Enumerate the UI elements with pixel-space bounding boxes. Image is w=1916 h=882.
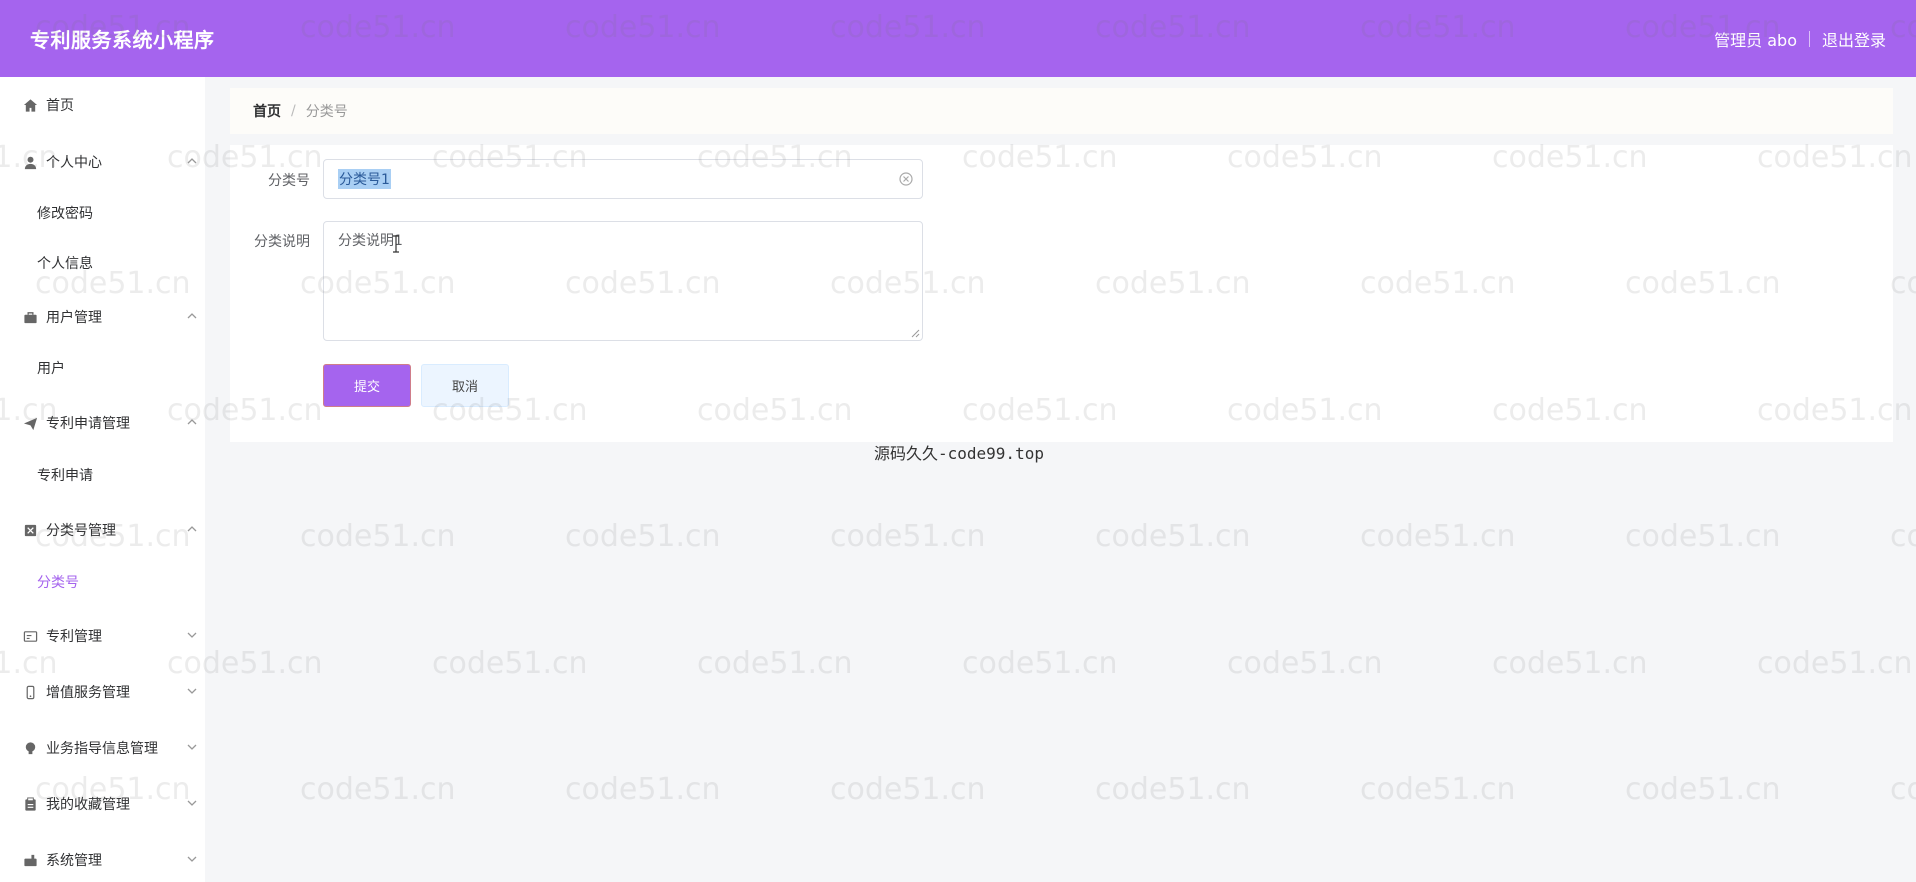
watermark-text: code51.cn — [1625, 519, 1781, 554]
send-icon — [22, 415, 38, 431]
sidebar-item-label: 我的收藏管理 — [46, 797, 130, 813]
watermark-text: code51.cn — [830, 772, 986, 807]
sidebar-item-label: 用户管理 — [46, 310, 102, 326]
watermark-text: code51.cn — [1890, 772, 1916, 807]
watermark-text: code51.cn — [1095, 519, 1251, 554]
chevron-down-icon — [187, 744, 197, 750]
watermark-text: code51.cn — [697, 646, 853, 681]
sidebar: 首页 个人中心 修改密码 个人信息 用户管理 用户 专利申请管理 专利申请 分类… — [0, 77, 205, 882]
watermark-text: code51.cn — [300, 772, 456, 807]
source-note: 源码久久-code99.top — [874, 444, 1044, 463]
watermark-text: code51.cn — [1360, 772, 1516, 807]
sidebar-subitem-users[interactable]: 用户 — [0, 348, 205, 388]
watermark-text: code51.cn — [300, 519, 456, 554]
watermark-text: code51.cn — [565, 772, 721, 807]
cancel-button[interactable]: 取消 — [421, 364, 509, 407]
clear-icon[interactable] — [898, 171, 914, 187]
phone-icon — [22, 684, 38, 700]
chevron-down-icon — [187, 632, 197, 638]
sidebar-item-user-management[interactable]: 用户管理 — [0, 297, 205, 337]
sidebar-item-label: 增值服务管理 — [46, 685, 130, 701]
watermark-text: code51.cn — [1095, 772, 1251, 807]
sidebar-item-label: 个人中心 — [46, 155, 102, 171]
sidebar-item-label: 专利管理 — [46, 629, 102, 645]
watermark-text: code51.cn — [1625, 772, 1781, 807]
logout-link[interactable]: 退出登录 — [1822, 27, 1886, 51]
watermark-text: code51.cn — [1492, 646, 1648, 681]
header-actions: 管理员 abo 退出登录 — [1714, 27, 1886, 51]
watermark-text: code51.cn — [1360, 519, 1516, 554]
sidebar-item-favorites-management[interactable]: 我的收藏管理 — [0, 784, 205, 824]
top-header: 专利服务系统小程序 管理员 abo 退出登录 — [0, 0, 1916, 77]
watermark-text: code51.cn — [1890, 266, 1916, 301]
classification-value: 分类号1 — [338, 169, 391, 189]
clipboard-icon — [22, 796, 38, 812]
sidebar-item-label: 分类号管理 — [46, 523, 116, 539]
sidebar-item-patent-application-management[interactable]: 专利申请管理 — [0, 403, 205, 443]
sidebar-subitem-personal-info[interactable]: 个人信息 — [0, 243, 205, 283]
watermark-text: code51.cn — [432, 646, 588, 681]
current-user: 管理员 abo — [1714, 30, 1797, 50]
classification-label: 分类号 — [268, 173, 310, 189]
watermark-text: code51.cn — [830, 519, 986, 554]
sidebar-item-value-added-service-management[interactable]: 增值服务管理 — [0, 672, 205, 712]
chevron-up-icon — [187, 313, 197, 319]
breadcrumb-current: 分类号 — [305, 104, 348, 120]
sidebar-item-system-management[interactable]: 系统管理 — [0, 840, 205, 880]
breadcrumb: 首页 / 分类号 — [230, 88, 1893, 134]
sidebar-item-business-guidance-management[interactable]: 业务指导信息管理 — [0, 728, 205, 768]
watermark-text: code51.cn — [1757, 646, 1913, 681]
sidebar-item-label: 系统管理 — [46, 853, 102, 869]
app-title: 专利服务系统小程序 — [30, 28, 215, 52]
breadcrumb-separator: / — [291, 103, 296, 119]
briefcase-icon — [22, 309, 38, 325]
chevron-up-icon — [187, 158, 197, 164]
settings-icon — [22, 852, 38, 868]
sidebar-subitem-classification[interactable]: 分类号 — [0, 562, 205, 602]
breadcrumb-home[interactable]: 首页 — [253, 101, 281, 121]
classification-input[interactable]: 分类号1 — [323, 159, 923, 199]
submit-button[interactable]: 提交 — [323, 364, 411, 407]
watermark-text: code51.cn — [565, 519, 721, 554]
sidebar-item-patent-management[interactable]: 专利管理 — [0, 616, 205, 656]
sidebar-item-label: 业务指导信息管理 — [46, 741, 158, 757]
watermark-text: code51.cn — [1890, 519, 1916, 554]
box-icon — [22, 522, 38, 538]
sidebar-item-label: 首页 — [46, 98, 74, 114]
chevron-up-icon — [187, 526, 197, 532]
form-panel: 分类号 分类号1 分类说明 分类说明1 提交 取消 — [230, 145, 1893, 442]
home-icon — [22, 97, 38, 113]
chevron-down-icon — [187, 688, 197, 694]
sidebar-item-home[interactable]: 首页 — [0, 85, 205, 125]
user-icon — [22, 154, 38, 170]
header-divider — [1808, 30, 1810, 47]
sidebar-item-personal-center[interactable]: 个人中心 — [0, 142, 205, 182]
chevron-up-icon — [187, 419, 197, 425]
chevron-down-icon — [187, 800, 197, 806]
bulb-icon — [22, 740, 38, 756]
card-icon — [22, 628, 38, 644]
text-cursor-icon — [393, 235, 399, 253]
chevron-down-icon — [187, 856, 197, 862]
watermark-text: code51.cn — [1227, 646, 1383, 681]
description-textarea[interactable]: 分类说明1 — [323, 221, 923, 341]
sidebar-subitem-change-password[interactable]: 修改密码 — [0, 193, 205, 233]
sidebar-subitem-patent-application[interactable]: 专利申请 — [0, 455, 205, 495]
sidebar-item-classification-management[interactable]: 分类号管理 — [0, 510, 205, 550]
description-label: 分类说明 — [254, 234, 310, 250]
watermark-text: code51.cn — [962, 646, 1118, 681]
resize-handle-icon[interactable] — [910, 328, 920, 338]
sidebar-item-label: 专利申请管理 — [46, 416, 130, 432]
